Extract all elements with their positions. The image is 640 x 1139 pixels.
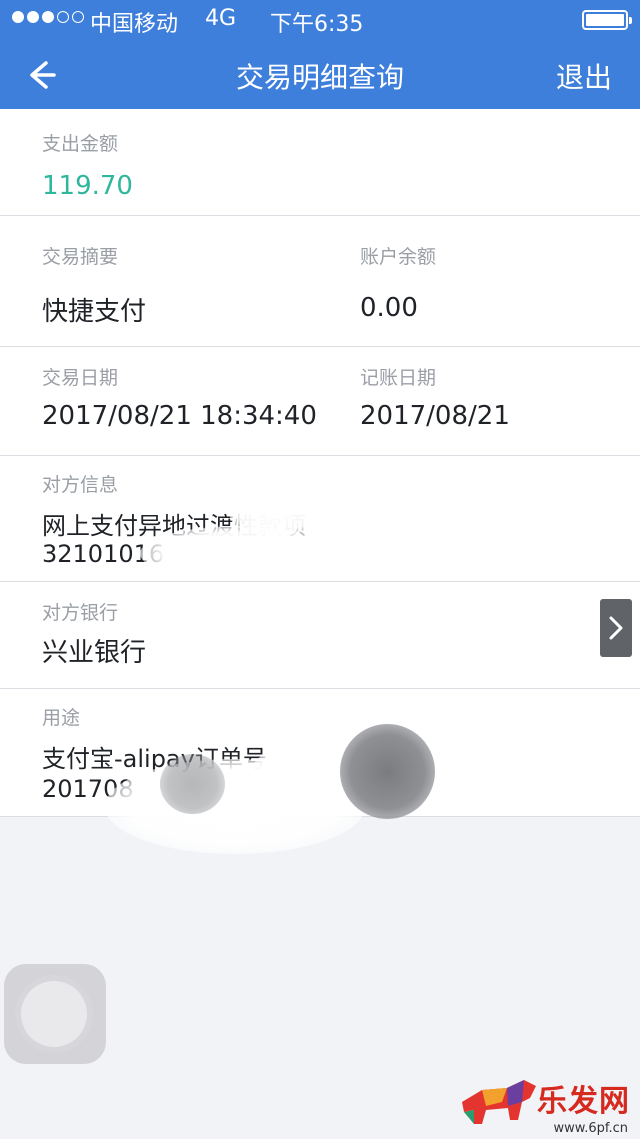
balance-value: 0.00 [360, 293, 418, 323]
post-date-label: 记账日期 [360, 367, 437, 389]
counterparty-bank-value: 兴业银行 [42, 638, 147, 668]
privacy-blur [230, 496, 320, 536]
privacy-blur [140, 526, 340, 581]
trade-date-label: 交易日期 [42, 367, 119, 389]
privacy-blur [340, 724, 435, 819]
nav-bar: 交易明细查询 退出 [0, 40, 640, 109]
purpose-row: 用途 支付宝-alipay订单号 201708 [0, 689, 640, 854]
chevron-right-icon[interactable] [600, 599, 632, 657]
privacy-blur [160, 754, 225, 814]
status-time: 下午6:35 [270, 12, 364, 37]
watermark-logo: 乐发网 www.6pf.cn [452, 1068, 638, 1138]
expense-amount-row: 支出金额 119.70 [0, 109, 640, 216]
screen: 中国移动 4G 下午6:35 交易明细查询 退出 支出金额 119.70 交易摘… [0, 0, 640, 1139]
counterparty-label: 对方信息 [42, 474, 119, 496]
expense-amount-label: 支出金额 [42, 133, 119, 155]
dates-row: 交易日期 2017/08/21 18:34:40 记账日期 2017/08/21 [0, 347, 640, 456]
network-type: 4G [205, 6, 237, 31]
watermark-url: www.6pf.cn [553, 1121, 628, 1136]
balance-label: 账户余额 [360, 246, 437, 268]
summary-label: 交易摘要 [42, 246, 119, 268]
exit-button[interactable]: 退出 [556, 56, 612, 96]
counterparty-bank-row[interactable]: 对方银行 兴业银行 [0, 582, 640, 689]
header: 中国移动 4G 下午6:35 交易明细查询 退出 [0, 0, 640, 109]
carrier-name: 中国移动 [90, 12, 179, 37]
page-title: 交易明细查询 [235, 61, 404, 94]
summary-balance-row: 交易摘要 快捷支付 账户余额 0.00 [0, 216, 640, 347]
assistive-touch-button[interactable] [4, 964, 106, 1064]
trade-date-value: 2017/08/21 18:34:40 [42, 401, 317, 431]
transaction-detail-card: 支出金额 119.70 交易摘要 快捷支付 账户余额 0.00 交易日期 201… [0, 109, 640, 854]
watermark-brand: 乐发网 [537, 1084, 630, 1119]
bull-logo-icon [462, 1080, 536, 1124]
battery-icon [582, 10, 632, 30]
expense-amount-value: 119.70 [42, 171, 133, 201]
summary-value: 快捷支付 [42, 297, 147, 327]
counterparty-bank-label: 对方银行 [42, 602, 119, 624]
signal-strength-icon [12, 11, 84, 23]
status-bar: 中国移动 4G 下午6:35 [0, 0, 640, 40]
purpose-label: 用途 [42, 707, 81, 729]
post-date-value: 2017/08/21 [360, 401, 510, 431]
counterparty-row: 对方信息 网上支付异地过渡性款项 32101016 [0, 456, 640, 582]
